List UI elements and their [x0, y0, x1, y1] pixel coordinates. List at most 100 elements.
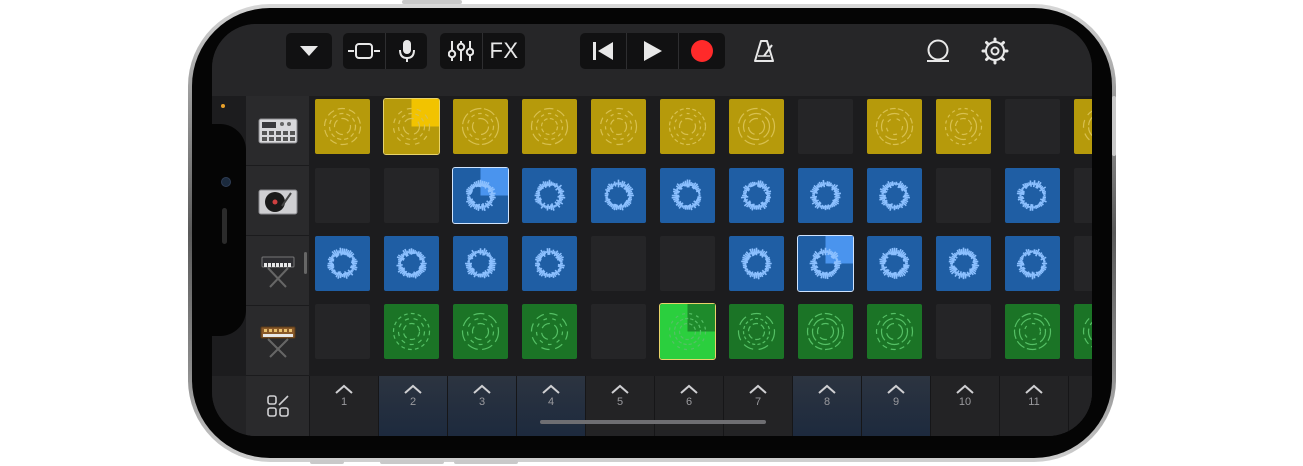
loop-cell[interactable]	[384, 236, 439, 291]
loop-cell[interactable]	[936, 99, 991, 154]
loop-cell[interactable]	[797, 235, 854, 292]
chevron-up-icon	[749, 384, 767, 394]
waveform-icon	[948, 247, 980, 280]
loop-cell[interactable]	[522, 236, 577, 291]
play-button[interactable]	[627, 33, 678, 69]
settings-button[interactable]	[974, 33, 1016, 69]
loop-cell[interactable]	[660, 99, 715, 154]
waveform	[604, 179, 634, 211]
waveform-icon	[879, 247, 910, 279]
mixer-button[interactable]	[440, 33, 482, 69]
loop-cell[interactable]	[452, 167, 509, 224]
scene-trigger-8[interactable]: 8	[792, 376, 861, 436]
empty-cell[interactable]	[936, 304, 991, 359]
loop-cell[interactable]	[453, 304, 508, 359]
loop-cell[interactable]	[867, 99, 922, 154]
loop-cell[interactable]	[1005, 304, 1060, 359]
empty-cell[interactable]	[315, 304, 370, 359]
view-toggle-button[interactable]	[343, 33, 385, 69]
loop-cell[interactable]	[798, 304, 853, 359]
scene-trigger-1[interactable]: 1	[309, 376, 378, 436]
home-indicator[interactable]	[540, 420, 766, 424]
loop-cell[interactable]	[1005, 236, 1060, 291]
loop-cell[interactable]	[591, 168, 646, 223]
record-button[interactable]	[679, 33, 725, 69]
waveform	[885, 117, 904, 136]
scene-trigger-10[interactable]: 10	[930, 376, 999, 436]
scene-trigger-3[interactable]: 3	[447, 376, 516, 436]
empty-cell[interactable]	[591, 304, 646, 359]
loop-cell[interactable]	[867, 236, 922, 291]
track-header-turntable[interactable]	[246, 166, 309, 236]
waveform	[949, 112, 978, 141]
scene-trigger-partial[interactable]	[1068, 376, 1092, 436]
loop-cell[interactable]	[729, 99, 784, 154]
loop-cell[interactable]	[867, 304, 922, 359]
loop-cell[interactable]	[315, 99, 370, 154]
loop-cell[interactable]	[522, 304, 577, 359]
loop-cell[interactable]	[1074, 304, 1092, 359]
loop-cell[interactable]	[1005, 168, 1060, 223]
track-header-keyboard[interactable]	[246, 236, 309, 306]
loop-cell[interactable]	[591, 99, 646, 154]
empty-cell[interactable]	[591, 236, 646, 291]
scene-trigger-4[interactable]: 4	[516, 376, 585, 436]
scene-trigger-5[interactable]: 5	[585, 376, 654, 436]
go-to-beginning-button[interactable]	[580, 33, 626, 69]
empty-cell[interactable]	[798, 99, 853, 154]
empty-cell[interactable]	[936, 168, 991, 223]
track-indicator-dot	[221, 104, 225, 108]
loop-cell[interactable]	[522, 99, 577, 154]
scene-trigger-6[interactable]: 6	[654, 376, 723, 436]
waveform	[1016, 248, 1048, 280]
empty-cell[interactable]	[660, 236, 715, 291]
loop-cell[interactable]	[453, 99, 508, 154]
empty-cell[interactable]	[384, 168, 439, 223]
loop-cell[interactable]	[729, 168, 784, 223]
waveform	[540, 322, 559, 341]
metronome-button[interactable]	[744, 33, 784, 69]
loop-cell[interactable]	[936, 236, 991, 291]
waveform-icon	[879, 180, 911, 211]
empty-cell[interactable]	[315, 168, 370, 223]
microphone-button[interactable]	[386, 33, 427, 69]
edit-grid-button[interactable]	[246, 376, 309, 436]
loop-cell[interactable]	[453, 236, 508, 291]
loop-cell[interactable]	[522, 168, 577, 223]
synth-icon	[260, 326, 295, 358]
loop-cell[interactable]	[729, 304, 784, 359]
scene-trigger-11[interactable]: 11	[999, 376, 1068, 436]
loop-cell[interactable]	[659, 303, 716, 360]
waveform	[466, 317, 495, 346]
waveform	[465, 248, 497, 279]
waveform-icon	[671, 179, 702, 211]
scene-trigger-7[interactable]: 7	[723, 376, 792, 436]
waveform	[885, 322, 904, 341]
loop-cell[interactable]	[729, 236, 784, 291]
empty-cell[interactable]	[1005, 99, 1060, 154]
track-header-drum-machine[interactable]	[246, 96, 309, 166]
volume-up-button	[310, 460, 344, 464]
loop-cell[interactable]	[660, 168, 715, 223]
empty-cell[interactable]	[1074, 236, 1092, 291]
scene-trigger-number: 1	[340, 396, 348, 408]
waveform	[816, 322, 835, 341]
track-header-synth[interactable]	[246, 306, 309, 376]
loop-cell[interactable]	[867, 168, 922, 223]
loop-cell[interactable]	[384, 304, 439, 359]
grid-edit-icon	[266, 395, 289, 417]
loop-cell[interactable]	[315, 236, 370, 291]
scene-trigger-9[interactable]: 9	[861, 376, 930, 436]
loop-cell[interactable]	[798, 168, 853, 223]
fx-button[interactable]: FX	[483, 33, 525, 69]
nav-menu-button[interactable]	[286, 33, 332, 69]
earpiece-speaker	[222, 208, 227, 244]
track-resize-handle[interactable]	[304, 252, 307, 274]
loop-cell[interactable]	[1074, 99, 1092, 154]
empty-cell[interactable]	[1074, 168, 1092, 223]
loop-icon	[927, 39, 949, 62]
skip-back-icon	[593, 42, 613, 60]
scene-trigger-2[interactable]: 2	[378, 376, 447, 436]
loop-browser-button[interactable]	[918, 33, 958, 69]
loop-cell[interactable]	[383, 98, 440, 155]
